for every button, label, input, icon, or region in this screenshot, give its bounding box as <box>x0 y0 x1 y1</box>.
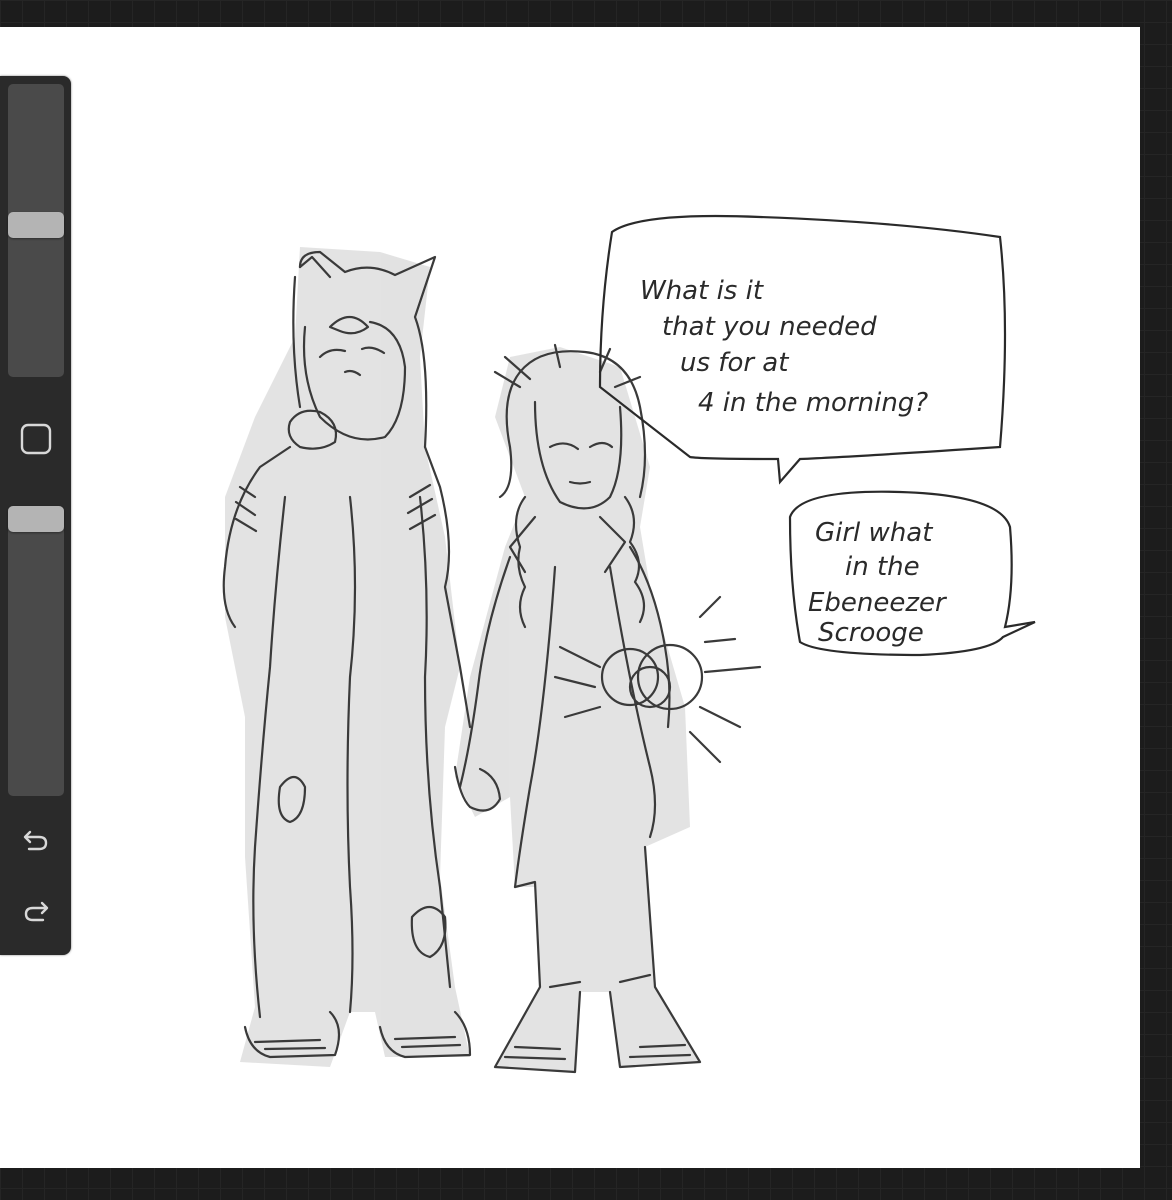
brush-opacity-slider-thumb[interactable] <box>8 506 64 532</box>
bubble-1-line-1: What is it <box>640 276 764 306</box>
square-modify-icon <box>20 423 52 455</box>
bubble-1-line-3: us for at <box>680 348 789 378</box>
brush-size-slider-thumb[interactable] <box>8 212 64 238</box>
sketch-artwork: What is it that you needed us for at 4 i… <box>222 214 1036 1074</box>
bubble-2-line-1: Girl what <box>815 518 933 548</box>
tool-sidebar <box>0 76 71 955</box>
drawing-app: What is it that you needed us for at 4 i… <box>0 0 1172 1200</box>
undo-button[interactable] <box>18 821 54 857</box>
bubble-1-line-4: 4 in the morning? <box>698 388 928 418</box>
bubble-2-line-3: Ebeneezer <box>808 588 948 618</box>
redo-button[interactable] <box>18 892 54 928</box>
bubble-2-line-4: Scrooge <box>818 618 924 648</box>
speech-bubble-1: What is it that you needed us for at 4 i… <box>598 214 1007 485</box>
bubble-1-line-2: that you needed <box>662 312 877 342</box>
redo-icon <box>24 901 49 922</box>
brush-opacity-slider[interactable] <box>8 506 64 796</box>
bubble-2-line-2: in the <box>845 552 920 582</box>
speech-bubble-2: Girl what in the Ebeneezer Scrooge <box>788 490 1036 657</box>
undo-icon <box>23 830 48 851</box>
modify-button[interactable] <box>20 423 52 455</box>
drawing-canvas[interactable]: What is it that you needed us for at 4 i… <box>0 27 1140 1168</box>
brush-size-slider[interactable] <box>8 84 64 377</box>
